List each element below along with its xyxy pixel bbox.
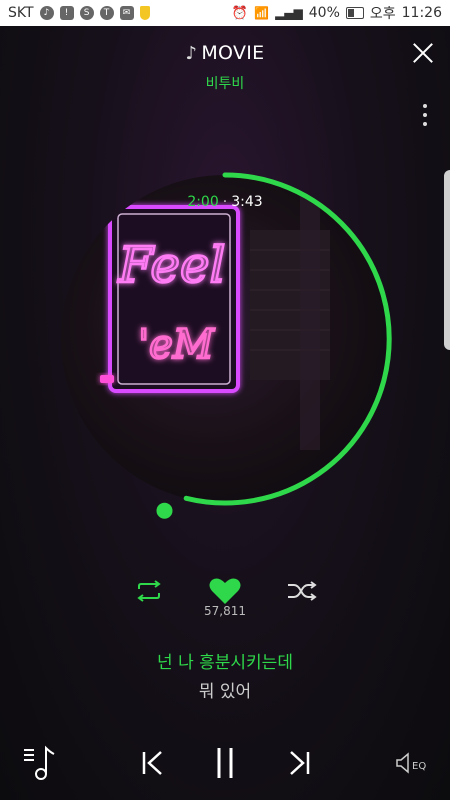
bottom-player-bar: EQ [0, 740, 450, 788]
repeat-icon[interactable] [134, 580, 164, 602]
progress-knob[interactable] [156, 502, 173, 519]
like-count: 57,811 [204, 604, 246, 618]
current-time: 2:00 [187, 194, 219, 210]
total-time: 3:43 [231, 194, 263, 210]
speaker-icon [396, 752, 409, 774]
lyric-current-line[interactable]: 넌 나 흥분시키는데 [0, 648, 450, 673]
time-separator: · [222, 194, 228, 210]
equalizer-button[interactable]: EQ [396, 752, 426, 774]
eq-label: EQ [412, 760, 427, 772]
next-icon[interactable] [287, 750, 311, 776]
album-art-text-1: Feel [117, 236, 225, 294]
playlist-icon[interactable] [24, 744, 58, 782]
album-art-text-2: 'eM [138, 322, 215, 368]
shuffle-icon[interactable] [286, 580, 318, 602]
heart-icon[interactable] [209, 577, 241, 605]
pause-icon[interactable] [214, 746, 236, 780]
previous-icon[interactable] [141, 750, 165, 776]
time-readout: 2:00 · 3:43 [0, 194, 450, 210]
album-progress-area: Feel 'eM [61, 172, 392, 519]
lyric-next-line[interactable]: 뭐 있어 [0, 677, 450, 702]
